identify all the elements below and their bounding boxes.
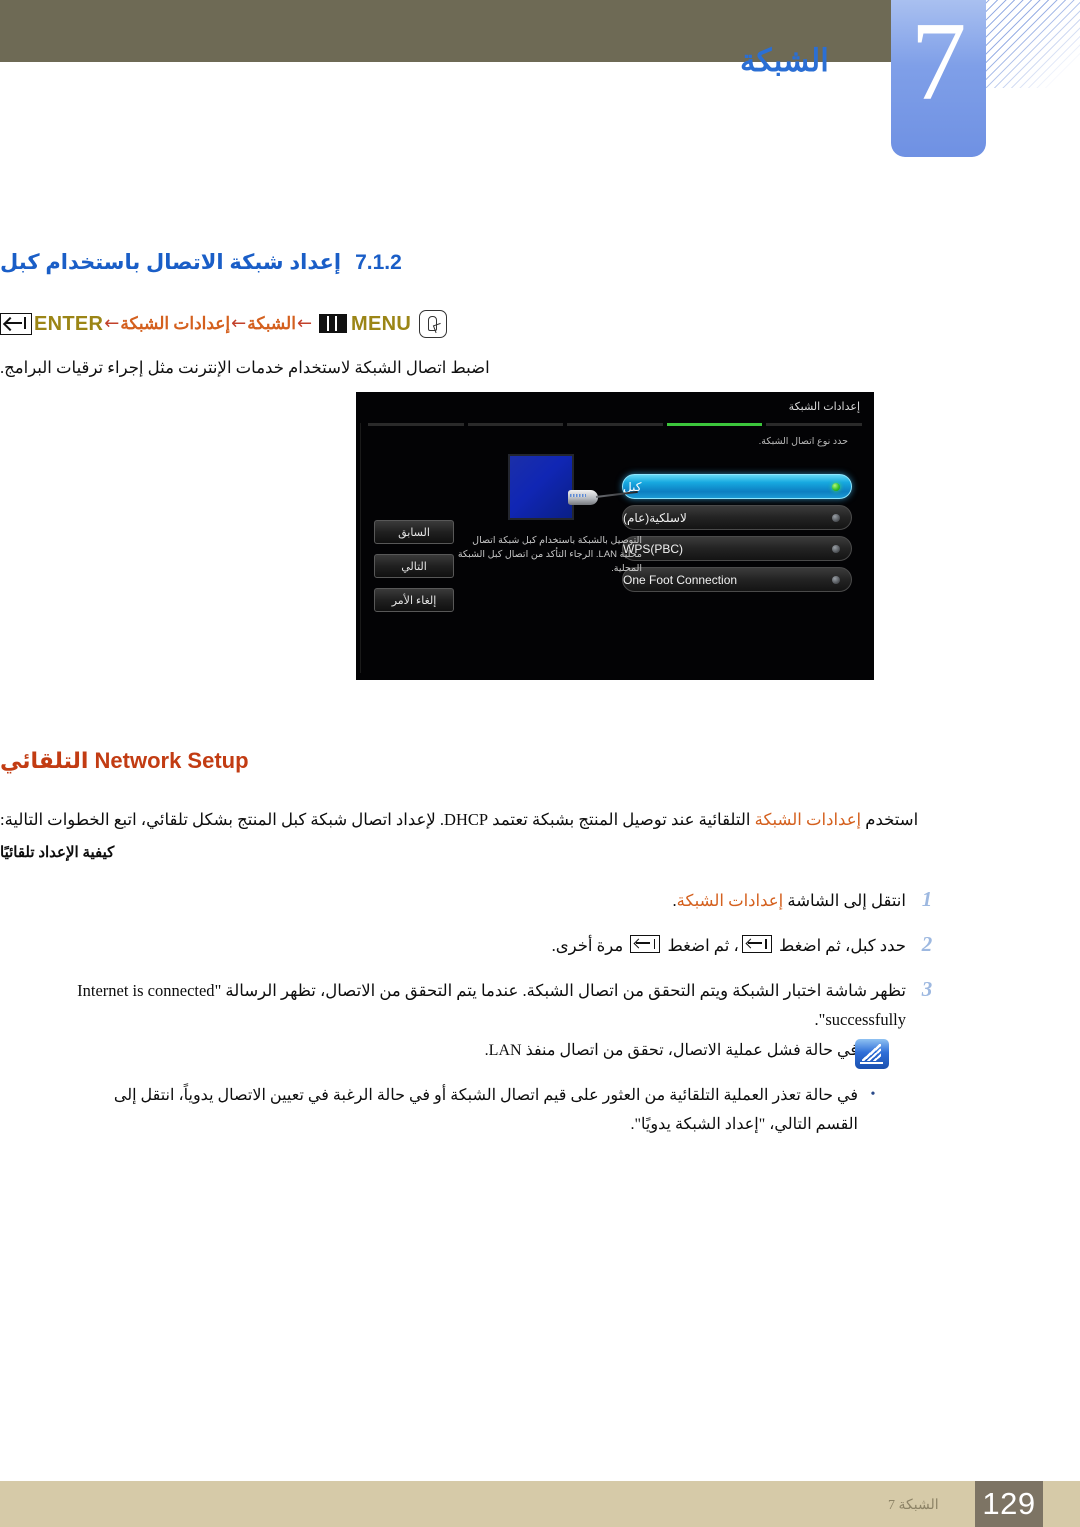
tv-left-rail — [360, 423, 361, 673]
enter-key-icon — [741, 935, 772, 953]
subsection-heading-ar: التلقائي — [0, 748, 89, 773]
step1-text-before: انتقل إلى الشاشة — [783, 891, 906, 910]
progress-segment — [368, 423, 464, 426]
subsection-heading: Network Setup التلقائي — [0, 748, 928, 774]
breadcrumb-item-network-settings[interactable]: إعدادات الشبكة — [120, 309, 230, 339]
lan-plug-shape — [568, 490, 598, 505]
radio-dot-icon — [832, 513, 840, 522]
step2-text-c: مرة أخرى. — [551, 936, 628, 955]
section-number: 7.1.2 — [355, 251, 402, 274]
paragraph-link-network-settings[interactable]: إعدادات الشبكة — [755, 810, 862, 829]
pencil-glyph — [862, 1044, 881, 1061]
pencil-base-line — [860, 1062, 883, 1064]
step-number: 2 — [921, 932, 933, 956]
progress-segment-active — [666, 423, 763, 426]
intro-paragraph: اضبط اتصال الشبكة لاستخدام خدمات الإنترن… — [0, 358, 490, 377]
progress-segment — [567, 423, 663, 426]
enter-key-icon — [630, 935, 661, 953]
step-item: 2 حدد كبل، ثم اضغط ، ثم اضغط مرة أخرى. — [0, 931, 948, 960]
step-text: انتقل إلى الشاشة إعدادات الشبكة. — [0, 886, 906, 915]
section-heading: 7.1.2 إعداد شبكة الاتصال باستخدام كبل — [0, 250, 948, 275]
tv-progress-indicator — [368, 423, 862, 426]
progress-segment — [467, 423, 564, 426]
footer-page-box: 129 — [975, 1481, 1043, 1527]
tv-menu-item-wps[interactable]: WPS(PBC) — [622, 536, 852, 561]
tv-screen-subtitle: حدد نوع اتصال الشبكة. — [758, 436, 848, 447]
step1-link-network-settings[interactable]: إعدادات الشبكة — [677, 891, 784, 910]
tv-screenshot: إعدادات الشبكة حدد نوع اتصال الشبكة. كبل… — [356, 392, 874, 680]
paragraph-text-before: استخدم — [861, 810, 919, 829]
tv-screen-title: إعدادات الشبكة — [788, 401, 860, 413]
footer-chapter-label: الشبكة 7 — [888, 1498, 939, 1513]
notes-block: • في حالة فشل عملية الاتصال، تحقق من اتص… — [0, 1036, 948, 1155]
note-text: في حالة فشل عملية الاتصال، تحقق من اتصال… — [484, 1042, 858, 1059]
lan-cord-shape — [595, 490, 638, 498]
how-to-label: كيفية الإعداد تلقائيًا — [0, 845, 115, 861]
breadcrumb-arrow-1: ← — [296, 312, 313, 334]
breadcrumb: MENU←الشبكة←إعدادات الشبكة←ENTER — [0, 308, 938, 339]
bullet-icon: • — [870, 1087, 876, 1102]
step-number: 3 — [921, 977, 933, 1001]
tv-button-group: السابق التالي إلغاء الأمر — [374, 520, 454, 622]
note-text: في حالة تعذر العملية التلقائية من العثور… — [113, 1087, 858, 1133]
section-title: إعداد شبكة الاتصال باستخدام كبل — [0, 251, 342, 274]
tv-menu-list: كبل لاسلكية(عام) WPS(PBC) One Foot Conne… — [622, 474, 852, 598]
radio-dot-icon — [832, 482, 840, 491]
steps-list: 1 انتقل إلى الشاشة إعدادات الشبكة. 2 حدد… — [0, 886, 948, 1050]
step-text: تظهر شاشة اختبار الشبكة ويتم التحقق من ا… — [0, 976, 906, 1034]
tv-menu-item-cable[interactable]: كبل — [622, 474, 852, 499]
breadcrumb-menu-label[interactable]: MENU — [351, 309, 411, 339]
step3-text-line1: تظهر شاشة اختبار الشبكة ويتم التحقق من ا… — [77, 981, 906, 1000]
step-number: 1 — [921, 887, 933, 911]
tv-button-cancel[interactable]: إلغاء الأمر — [374, 588, 454, 612]
notes-body: • في حالة فشل عملية الاتصال، تحقق من اتص… — [0, 1036, 948, 1139]
tv-button-next[interactable]: التالي — [374, 554, 454, 578]
note-item: • في حالة تعذر العملية التلقائية من العث… — [98, 1081, 888, 1139]
note-item: • في حالة فشل عملية الاتصال، تحقق من اتص… — [98, 1036, 888, 1065]
step-item: 3 تظهر شاشة اختبار الشبكة ويتم التحقق من… — [0, 976, 948, 1034]
chapter-tab: 7 — [891, 0, 986, 157]
page-number: 129 — [982, 1486, 1036, 1521]
breadcrumb-arrow-3: ← — [104, 312, 120, 334]
subsection-heading-en: Network Setup — [94, 748, 249, 773]
radio-dot-icon — [832, 544, 840, 553]
menu-bars-icon — [319, 314, 348, 334]
breadcrumb-item-network[interactable]: الشبكة — [247, 309, 296, 339]
step-item: 1 انتقل إلى الشاشة إعدادات الشبكة. — [0, 886, 948, 915]
step-text: حدد كبل، ثم اضغط ، ثم اضغط مرة أخرى. — [0, 931, 906, 960]
tv-button-label: إلغاء الأمر — [391, 594, 437, 607]
tv-button-previous[interactable]: السابق — [374, 520, 454, 544]
tv-button-label: السابق — [398, 526, 430, 539]
enter-key-icon — [0, 312, 32, 335]
tv-button-label: التالي — [401, 560, 427, 573]
chapter-title: الشبكة — [740, 43, 829, 78]
step3-text-line2: successfully". — [814, 1010, 906, 1029]
paragraph-text-after: التلقائية عند توصيل المنتج بشبكة تعتمد D… — [0, 810, 755, 829]
radio-dot-icon — [832, 575, 840, 584]
lan-port-shape — [508, 454, 574, 520]
progress-segment — [766, 423, 862, 426]
breadcrumb-enter-label[interactable]: ENTER — [34, 309, 103, 339]
chapter-number: 7 — [910, 0, 967, 124]
tv-menu-item-wireless[interactable]: لاسلكية(عام) — [622, 505, 852, 530]
auto-setup-paragraph: استخدم إعدادات الشبكة التلقائية عند توصي… — [0, 806, 938, 833]
page-header: 7 الشبكة — [0, 0, 1080, 175]
header-hatch-decoration — [985, 0, 1080, 88]
lan-port-and-cable-icon — [508, 452, 638, 527]
breadcrumb-arrow-2: ← — [231, 312, 247, 334]
step2-text-a: حدد كبل، ثم اضغط — [774, 936, 906, 955]
hand-press-icon — [419, 309, 448, 338]
tv-screen-description: التوصيل بالشبكة باستخدام كبل شبكة اتصال … — [457, 535, 642, 574]
note-pencil-icon — [855, 1039, 889, 1069]
tv-menu-item-one-foot-connection[interactable]: One Foot Connection — [622, 567, 852, 592]
step2-text-b: ، ثم اضغط — [663, 936, 739, 955]
